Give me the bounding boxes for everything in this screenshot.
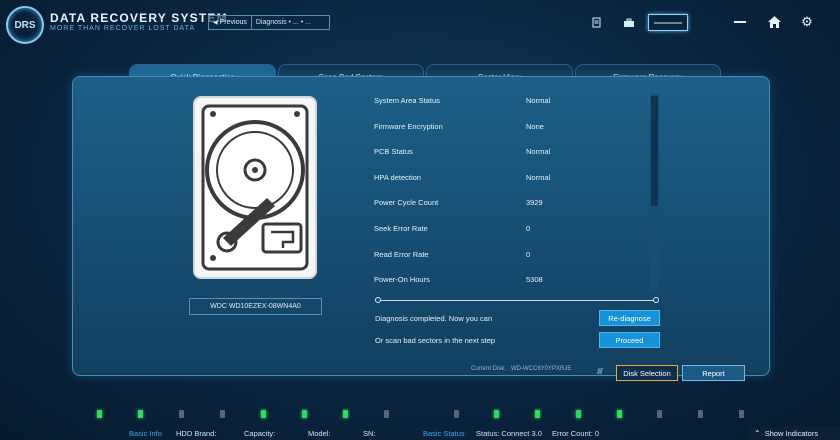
proceed-button[interactable]: Proceed: [599, 332, 660, 348]
item-value: 0: [526, 223, 531, 233]
report-button[interactable]: Report: [682, 365, 745, 381]
model-label: Model:: [308, 429, 331, 438]
hatch-decoration-icon: ////: [597, 367, 603, 376]
item-value: Normal: [526, 172, 551, 182]
progress-start-dot: [375, 297, 381, 303]
completion-message: Diagnosis completed. Now you can: [375, 314, 493, 323]
next-step-message: Or scan bad sectors in the next step: [375, 336, 496, 345]
hdd-brand-label: HDD Brand:: [176, 429, 217, 438]
item-label: System Area Status: [374, 96, 440, 105]
breadcrumb: ◀ Previous Diagnosis • ... • ...: [208, 15, 330, 30]
list-item: HPA detection Normal: [374, 167, 644, 193]
list-item: Read Error Rate 0: [374, 244, 644, 270]
list-scrollbar[interactable]: [650, 94, 659, 290]
indicator-light: [302, 410, 307, 418]
clipboard-icon[interactable]: [582, 14, 610, 31]
connection-status: Status: Connect 3.0: [476, 429, 542, 438]
chevron-left-icon: ◀: [213, 20, 218, 26]
show-indicators-label: Show Indicators: [764, 428, 819, 438]
connection-status-icon[interactable]: [648, 14, 688, 31]
indicator-light: [97, 410, 102, 418]
progress-track: [379, 299, 655, 301]
item-label: Power Cycle Count: [374, 198, 439, 208]
item-label: Firmware Encryption: [374, 121, 443, 131]
item-value: Normal: [526, 147, 551, 157]
error-count: Error Count: 0: [552, 429, 600, 438]
progress-end-dot: [653, 297, 659, 303]
header-bar: DRS DATA RECOVERY SYSTEM MORE THAN RECOV…: [0, 0, 840, 46]
previous-label: Previous: [219, 19, 247, 26]
show-indicators-button[interactable]: ⌃ Show Indicators: [748, 426, 840, 440]
item-label: Power-On Hours: [374, 275, 430, 285]
indicator-light: [739, 410, 744, 418]
gear-icon[interactable]: ⚙: [792, 10, 822, 34]
app-subtitle: MORE THAN RECOVER LOST DATA: [50, 25, 196, 32]
list-item: Firmware Encryption None: [374, 116, 644, 142]
item-label: PCB Status: [374, 147, 413, 157]
indicator-light: [698, 410, 703, 418]
diagnosis-progress: [375, 297, 659, 303]
indicator-light: [454, 410, 459, 418]
current-disk-label: Current Disk:: [471, 366, 507, 372]
status-bar: Basic Info HDD Brand: Capacity: Model: S…: [0, 426, 840, 440]
hard-drive-icon: [201, 104, 309, 271]
item-label: Seek Error Rate: [374, 223, 428, 233]
indicator-light: [220, 410, 225, 418]
item-value: Normal: [526, 96, 551, 105]
item-value: 3929: [526, 198, 543, 208]
hard-drive-illustration: [193, 96, 317, 279]
previous-button[interactable]: ◀ Previous: [209, 16, 252, 29]
basic-status-link[interactable]: Basic Status: [423, 429, 465, 438]
app-logo: DRS: [6, 6, 44, 44]
indicator-light: [657, 410, 662, 418]
item-label: HPA detection: [374, 172, 421, 182]
item-value: 0: [526, 249, 531, 259]
breadcrumb-path[interactable]: Diagnosis • ... • ...: [252, 19, 311, 26]
item-label: Read Error Rate: [374, 249, 429, 259]
indicator-light: [535, 410, 540, 418]
home-icon[interactable]: [759, 10, 789, 34]
current-disk-value: WD-WCC6Y0YPXRJE: [511, 366, 572, 372]
indicator-light: [138, 410, 143, 418]
indicator-strip: [0, 410, 840, 420]
capacity-label: Capacity:: [244, 429, 276, 438]
indicator-light: [494, 410, 499, 418]
indicator-light: [384, 410, 389, 418]
list-item: System Area Status Normal: [374, 90, 644, 116]
list-item: Power Cycle Count 3929: [374, 192, 644, 218]
minimize-icon[interactable]: [725, 10, 755, 34]
item-value: None: [526, 121, 544, 131]
disk-selection-button[interactable]: Disk Selection: [616, 365, 678, 381]
disk-model-label: WDC WD10EZEX-08WN4A0: [189, 298, 322, 315]
list-item: Seek Error Rate 0: [374, 218, 644, 244]
indicator-light: [261, 410, 266, 418]
chevrons-up-icon: ⌃: [754, 428, 761, 438]
sn-label: SN:: [363, 429, 376, 438]
list-item: Power-On Hours 5308: [374, 269, 644, 295]
indicator-light: [179, 410, 184, 418]
list-item: PCB Status Normal: [374, 141, 644, 167]
rediagnose-button[interactable]: Re-diagnose: [599, 310, 660, 326]
indicator-light: [617, 410, 622, 418]
app-title: DATA RECOVERY SYSTEM: [50, 11, 228, 25]
toolbox-icon[interactable]: [615, 14, 643, 31]
item-value: 5308: [526, 275, 543, 285]
current-disk-info: Current Disk: WD-WCC6Y0YPXRJE: [471, 366, 576, 372]
indicator-light: [576, 410, 581, 418]
diagnostics-list: System Area Status Normal Firmware Encry…: [374, 90, 644, 295]
basic-info-link[interactable]: Basic Info: [129, 429, 162, 438]
indicator-light: [343, 410, 348, 418]
scrollbar-thumb[interactable]: [651, 96, 658, 206]
